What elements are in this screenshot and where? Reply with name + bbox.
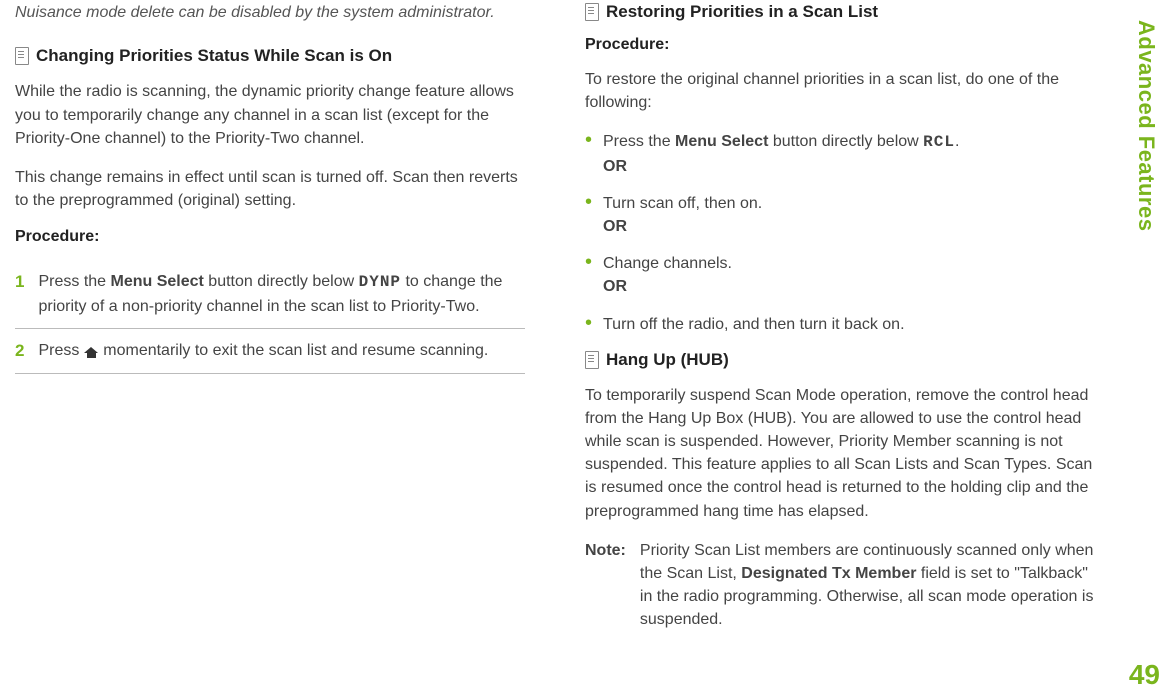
- menu-select-bold: Menu Select: [111, 273, 204, 290]
- list-item: Press the Menu Select button directly be…: [585, 130, 1095, 177]
- procedure-label: Procedure:: [15, 228, 525, 246]
- bullet-text: Turn scan off, then on.: [603, 195, 762, 212]
- restore-intro: To restore the original channel prioriti…: [585, 68, 1095, 114]
- heading-changing-priorities: Changing Priorities Status While Scan is…: [15, 46, 525, 66]
- document-icon: [15, 47, 29, 65]
- step-number: 1: [15, 270, 24, 317]
- bullet-text-fragment: button directly below: [768, 133, 923, 150]
- para-change-effect: This change remains in effect until scan…: [15, 166, 525, 212]
- sidebar-label: Advanced Features: [1133, 20, 1159, 231]
- bullet-text: Change channels.: [603, 255, 732, 272]
- para-dynamic-priority: While the radio is scanning, the dynamic…: [15, 80, 525, 150]
- step-row: 1 Press the Menu Select button directly …: [15, 260, 525, 328]
- document-icon: [585, 351, 599, 369]
- bullet-text-fragment: .: [955, 133, 959, 150]
- step-text: Press momentarily to exit the scan list …: [38, 339, 488, 364]
- menu-select-bold: Menu Select: [675, 133, 768, 150]
- or-label: OR: [603, 215, 1095, 238]
- step-text-fragment: button directly below: [204, 273, 359, 290]
- designated-tx-bold: Designated Tx Member: [741, 565, 916, 582]
- heading-text: Changing Priorities Status While Scan is…: [36, 46, 392, 66]
- step-number: 2: [15, 339, 24, 364]
- heading-restoring-priorities: Restoring Priorities in a Scan List: [585, 2, 1095, 22]
- note-block: Note: Priority Scan List members are con…: [585, 539, 1095, 632]
- home-icon: [84, 343, 99, 356]
- step-row: 2 Press momentarily to exit the scan lis…: [15, 329, 525, 375]
- document-icon: [585, 3, 599, 21]
- list-item: Turn scan off, then on. OR: [585, 192, 1095, 238]
- procedure-label: Procedure:: [585, 36, 1095, 54]
- note-text: Priority Scan List members are continuou…: [640, 539, 1095, 632]
- note-label: Note:: [585, 539, 626, 632]
- step-text-fragment: Press: [38, 342, 83, 359]
- rcl-code: RCL: [923, 133, 955, 151]
- list-item: Change channels. OR: [585, 252, 1095, 298]
- bullet-text-fragment: Press the: [603, 133, 675, 150]
- page-container: Nuisance mode delete can be disabled by …: [0, 0, 1162, 632]
- heading-text: Hang Up (HUB): [606, 350, 729, 370]
- step-text: Press the Menu Select button directly be…: [38, 270, 525, 317]
- page-number: 49: [1129, 659, 1160, 691]
- step-text-fragment: momentarily to exit the scan list and re…: [99, 342, 489, 359]
- right-column: Restoring Priorities in a Scan List Proc…: [585, 0, 1095, 632]
- bullet-text: Turn off the radio, and then turn it bac…: [603, 316, 905, 333]
- step-text-fragment: Press the: [38, 273, 110, 290]
- dynp-code: DYNP: [359, 273, 401, 291]
- admin-note: Nuisance mode delete can be disabled by …: [15, 2, 525, 24]
- heading-text: Restoring Priorities in a Scan List: [606, 2, 878, 22]
- or-label: OR: [603, 155, 1095, 178]
- list-item: Turn off the radio, and then turn it bac…: [585, 313, 1095, 336]
- hub-paragraph: To temporarily suspend Scan Mode operati…: [585, 384, 1095, 523]
- or-label: OR: [603, 275, 1095, 298]
- left-column: Nuisance mode delete can be disabled by …: [15, 0, 525, 632]
- sidebar: Advanced Features: [1130, 0, 1162, 699]
- heading-hang-up: Hang Up (HUB): [585, 350, 1095, 370]
- bullet-list: Press the Menu Select button directly be…: [585, 130, 1095, 335]
